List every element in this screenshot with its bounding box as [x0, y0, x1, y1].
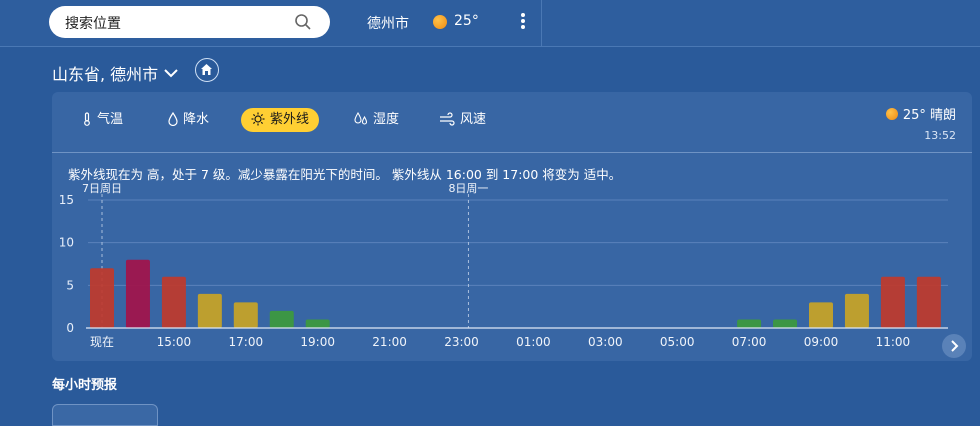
current-temp-condition: 25° 晴朗	[902, 108, 956, 123]
x-tick-label: 11:00	[876, 335, 911, 349]
current-conditions: 25° 晴朗 13:52	[885, 104, 956, 142]
y-tick-label: 15	[59, 193, 74, 207]
more-options-icon[interactable]	[517, 11, 529, 33]
uv-summary: 紫外线现在为 高，处于 7 级。减少暴露在阳光下的时间。 紫外线从 16:00 …	[68, 167, 622, 182]
chevron-right-icon	[951, 340, 959, 352]
metric-tabs: 气温 降水 紫外线 湿度 风速 25° 晴朗 13:52	[52, 92, 972, 153]
uv-bar	[197, 293, 222, 328]
uv-bar	[233, 302, 258, 328]
day-label: 7日周日	[82, 182, 122, 195]
section-title: 每小时预报	[52, 378, 118, 393]
x-tick-label: 01:00	[516, 335, 551, 349]
header-location[interactable]: 德州市	[367, 13, 409, 33]
x-tick-label: 15:00	[157, 335, 192, 349]
tab-wind[interactable]: 风速	[429, 108, 496, 132]
uv-bar	[125, 259, 150, 328]
chevron-down-icon[interactable]	[163, 64, 179, 78]
tab-label: 降水	[183, 112, 210, 127]
divider	[541, 0, 542, 46]
tab-humidity[interactable]: 湿度	[344, 108, 409, 132]
uv-bar	[880, 276, 905, 328]
humidity-icon	[354, 111, 368, 125]
x-tick-label: 19:00	[300, 335, 335, 349]
top-bar: 搜索位置 德州市 25°	[0, 0, 980, 47]
search-input[interactable]: 搜索位置	[65, 13, 121, 33]
x-tick-label: 07:00	[732, 335, 767, 349]
x-tick-label: 现在	[90, 335, 114, 349]
day-label: 8日周一	[448, 182, 488, 195]
next-button[interactable]	[942, 334, 966, 358]
uv-bar	[809, 302, 833, 328]
uv-bar	[773, 319, 798, 328]
hourly-card[interactable]	[52, 404, 158, 426]
uv-bar	[269, 310, 294, 328]
search-box[interactable]: 搜索位置	[49, 6, 330, 38]
uv-bar	[305, 319, 330, 328]
x-tick-label: 05:00	[660, 335, 695, 349]
breadcrumb[interactable]: 山东省, 德州市	[52, 61, 158, 85]
x-tick-label: 23:00	[444, 335, 479, 349]
sunny-icon	[433, 15, 447, 29]
x-tick-label: 03:00	[588, 335, 623, 349]
tab-label: 气温	[97, 112, 124, 127]
droplet-icon	[168, 111, 178, 127]
header-temperature: 25°	[454, 13, 479, 29]
y-tick-label: 10	[59, 236, 74, 250]
uv-bar	[161, 276, 186, 328]
home-button[interactable]	[195, 58, 219, 82]
uv-chart: 0 5 10 15 7日周日 8日周一现在 15:00 17:00 19:00 21:00 23:0…	[59, 182, 948, 349]
wind-icon	[440, 112, 455, 126]
x-tick-label: 21:00	[372, 335, 407, 349]
home-icon	[201, 64, 212, 75]
sunny-icon	[885, 108, 898, 120]
tab-uv[interactable]: 紫外线	[241, 108, 320, 132]
search-icon[interactable]	[294, 13, 312, 31]
y-tick-label: 5	[66, 278, 74, 292]
x-tick-label: 17:00	[229, 335, 264, 349]
tab-label: 紫外线	[270, 112, 310, 127]
tab-label: 湿度	[373, 112, 400, 127]
current-time: 13:52	[924, 129, 956, 142]
uv-bar	[844, 293, 869, 328]
x-tick-label: 09:00	[804, 335, 839, 349]
forecast-card: 气温 降水 紫外线 湿度 风速 25° 晴朗 13:52 紫外线现在为 高，处于…	[52, 92, 972, 361]
tab-precipitation[interactable]: 降水	[158, 108, 219, 132]
uv-bar	[90, 268, 114, 328]
thermometer-icon	[84, 112, 90, 126]
y-tick-label: 0	[66, 321, 74, 335]
sun-outline-icon	[251, 112, 265, 126]
tab-temperature[interactable]: 气温	[72, 108, 133, 132]
uv-bar	[916, 276, 941, 328]
tab-label: 风速	[460, 112, 487, 127]
uv-bar	[737, 319, 762, 328]
